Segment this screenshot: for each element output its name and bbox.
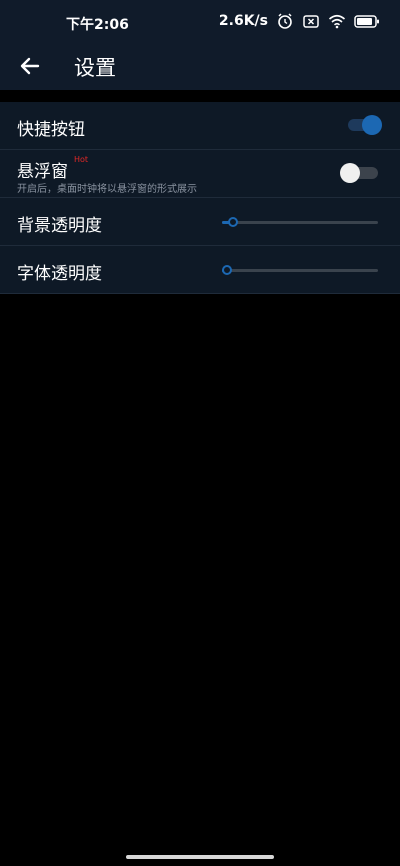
status-bar: 下午2:06 2.6K/s [0,0,400,44]
hot-badge: Hot [74,155,89,164]
setting-label: 字体透明度 [17,264,102,284]
font-opacity-slider[interactable] [222,264,378,276]
setting-label: 快捷按钮 [17,120,85,140]
setting-floating-window[interactable]: 悬浮窗 Hot 开启后，桌面时钟将以悬浮窗的形式展示 [0,150,400,198]
sim-error-icon [302,12,320,30]
shortcut-button-toggle[interactable] [348,114,382,136]
arrow-left-icon[interactable] [16,52,44,80]
setting-label: 悬浮窗 [17,162,68,182]
settings-screen: 下午2:06 2.6K/s 设置 快捷按钮 悬浮窗 Hot 开启后，桌面时钟将以… [0,0,400,866]
toggle-knob [362,115,382,135]
network-speed: 2.6K/s [218,13,268,29]
app-bar: 设置 [0,44,400,90]
page-title: 设置 [74,56,116,80]
status-right-group: 2.6K/s [219,12,380,30]
slider-thumb[interactable] [222,265,232,275]
section-gap [0,90,400,102]
setting-shortcut-button[interactable]: 快捷按钮 [0,102,400,150]
background-opacity-slider[interactable] [222,216,378,228]
slider-rail [222,221,378,224]
alarm-icon [276,12,294,30]
toggle-knob [340,163,360,183]
status-time: 下午2:06 [66,17,129,33]
battery-icon [354,12,380,30]
home-indicator[interactable] [126,855,274,859]
setting-font-opacity: 字体透明度 [0,246,400,294]
wifi-icon [328,12,346,30]
floating-window-toggle[interactable] [340,162,380,184]
setting-label: 背景透明度 [17,216,102,236]
setting-background-opacity: 背景透明度 [0,198,400,246]
settings-list: 快捷按钮 悬浮窗 Hot 开启后，桌面时钟将以悬浮窗的形式展示 背景透明度 字体… [0,102,400,294]
setting-description: 开启后，桌面时钟将以悬浮窗的形式展示 [17,184,197,195]
slider-rail [222,269,378,272]
slider-thumb[interactable] [228,217,238,227]
